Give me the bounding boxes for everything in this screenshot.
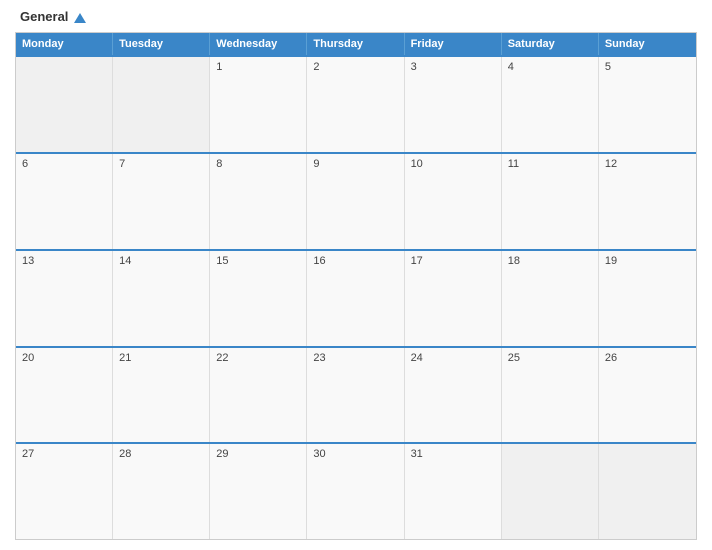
logo-triangle-icon xyxy=(74,13,86,23)
logo-general-text: General xyxy=(20,10,86,24)
logo: General xyxy=(20,10,86,24)
day-number: 10 xyxy=(411,158,423,170)
day-number: 9 xyxy=(313,158,319,170)
day-number: 27 xyxy=(22,448,34,460)
day-header-sunday: Sunday xyxy=(599,33,696,55)
day-number: 22 xyxy=(216,352,228,364)
day-cell: 23 xyxy=(307,348,404,443)
day-cell: 6 xyxy=(16,154,113,249)
day-number: 2 xyxy=(313,61,319,73)
day-number: 30 xyxy=(313,448,325,460)
day-cell: 19 xyxy=(599,251,696,346)
day-number: 14 xyxy=(119,255,131,267)
day-number: 25 xyxy=(508,352,520,364)
day-cell: 20 xyxy=(16,348,113,443)
day-cell: 31 xyxy=(405,444,502,539)
day-number: 17 xyxy=(411,255,423,267)
day-number: 3 xyxy=(411,61,417,73)
calendar: Monday Tuesday Wednesday Thursday Friday… xyxy=(15,32,697,540)
day-number: 13 xyxy=(22,255,34,267)
day-cell: 5 xyxy=(599,57,696,152)
day-header-wednesday: Wednesday xyxy=(210,33,307,55)
page-wrapper: General Monday Tuesday Wednesday Thursda… xyxy=(0,0,712,550)
day-number: 8 xyxy=(216,158,222,170)
day-number: 4 xyxy=(508,61,514,73)
day-number: 18 xyxy=(508,255,520,267)
day-cell: 11 xyxy=(502,154,599,249)
day-cell: 29 xyxy=(210,444,307,539)
day-cell: 13 xyxy=(16,251,113,346)
day-cell: 27 xyxy=(16,444,113,539)
day-header-thursday: Thursday xyxy=(307,33,404,55)
day-cell xyxy=(502,444,599,539)
day-cell: 3 xyxy=(405,57,502,152)
day-cell xyxy=(599,444,696,539)
day-cell: 2 xyxy=(307,57,404,152)
day-number: 24 xyxy=(411,352,423,364)
day-number: 6 xyxy=(22,158,28,170)
day-number: 20 xyxy=(22,352,34,364)
day-cell: 26 xyxy=(599,348,696,443)
day-cell: 7 xyxy=(113,154,210,249)
day-number: 15 xyxy=(216,255,228,267)
week-row-1: 1 2 3 4 5 xyxy=(16,55,696,152)
day-number: 23 xyxy=(313,352,325,364)
header: General xyxy=(15,10,697,24)
day-cell: 10 xyxy=(405,154,502,249)
day-number: 16 xyxy=(313,255,325,267)
day-number: 1 xyxy=(216,61,222,73)
day-number: 21 xyxy=(119,352,131,364)
day-number: 11 xyxy=(508,158,519,170)
day-cell: 8 xyxy=(210,154,307,249)
day-cell: 4 xyxy=(502,57,599,152)
day-cell xyxy=(113,57,210,152)
week-row-5: 27 28 29 30 31 xyxy=(16,442,696,539)
day-header-tuesday: Tuesday xyxy=(113,33,210,55)
day-number: 19 xyxy=(605,255,617,267)
day-number: 31 xyxy=(411,448,423,460)
day-cell: 14 xyxy=(113,251,210,346)
week-row-4: 20 21 22 23 24 25 26 xyxy=(16,346,696,443)
day-cell: 9 xyxy=(307,154,404,249)
day-header-friday: Friday xyxy=(405,33,502,55)
day-number: 29 xyxy=(216,448,228,460)
day-cell: 24 xyxy=(405,348,502,443)
day-headers-row: Monday Tuesday Wednesday Thursday Friday… xyxy=(16,33,696,55)
day-cell: 16 xyxy=(307,251,404,346)
week-row-3: 13 14 15 16 17 18 19 xyxy=(16,249,696,346)
day-cell xyxy=(16,57,113,152)
day-header-monday: Monday xyxy=(16,33,113,55)
day-cell: 22 xyxy=(210,348,307,443)
day-cell: 21 xyxy=(113,348,210,443)
day-cell: 28 xyxy=(113,444,210,539)
day-number: 28 xyxy=(119,448,131,460)
day-cell: 1 xyxy=(210,57,307,152)
day-cell: 30 xyxy=(307,444,404,539)
weeks-container: 1234567891011121314151617181920212223242… xyxy=(16,55,696,539)
day-cell: 25 xyxy=(502,348,599,443)
week-row-2: 6 7 8 9 10 11 12 xyxy=(16,152,696,249)
day-cell: 15 xyxy=(210,251,307,346)
day-header-saturday: Saturday xyxy=(502,33,599,55)
day-cell: 12 xyxy=(599,154,696,249)
day-number: 5 xyxy=(605,61,611,73)
day-number: 26 xyxy=(605,352,617,364)
day-cell: 17 xyxy=(405,251,502,346)
day-cell: 18 xyxy=(502,251,599,346)
day-number: 7 xyxy=(119,158,125,170)
day-number: 12 xyxy=(605,158,617,170)
